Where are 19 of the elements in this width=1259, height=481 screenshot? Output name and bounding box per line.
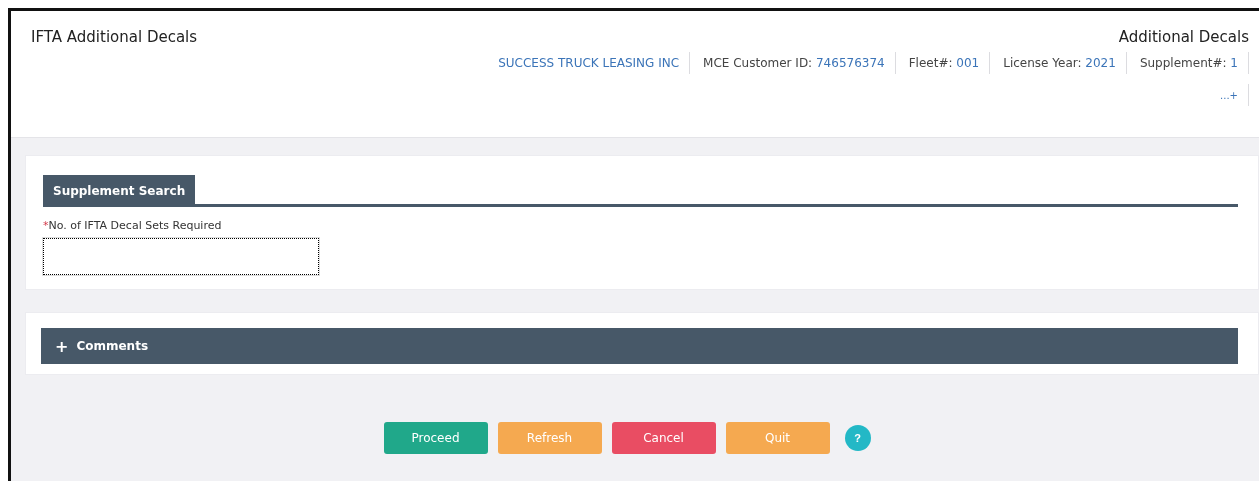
field-label: *No. of IFTA Decal Sets Required bbox=[43, 219, 223, 232]
action-button[interactable]: Quit bbox=[725, 422, 830, 454]
info-label: MCE Customer ID: 746576374 bbox=[703, 56, 885, 70]
page-title: IFTA Additional Decals bbox=[31, 28, 198, 46]
section-tab[interactable]: Supplement Search bbox=[43, 175, 196, 204]
customer-name: SUCCESS TRUCK LEASING INC bbox=[498, 56, 680, 70]
info-label: Fleet#: 001 bbox=[908, 56, 980, 70]
info-label: License Year: 2021 bbox=[1003, 56, 1116, 70]
comments-title: Comments bbox=[76, 339, 149, 353]
plus-icon: + bbox=[55, 336, 69, 356]
action-button[interactable]: Proceed bbox=[383, 422, 488, 454]
more-link[interactable]: ...+ bbox=[1220, 89, 1238, 101]
info-label: Supplement#: 1 bbox=[1139, 56, 1238, 70]
action-button[interactable]: Cancel bbox=[611, 422, 716, 454]
action-button[interactable]: Refresh bbox=[497, 422, 602, 454]
help-button[interactable]: ? bbox=[844, 425, 871, 451]
page-subtitle: Additional Decals bbox=[1118, 28, 1249, 46]
input-field[interactable] bbox=[43, 238, 319, 275]
comments-bar[interactable]: + Comments bbox=[41, 328, 1238, 364]
